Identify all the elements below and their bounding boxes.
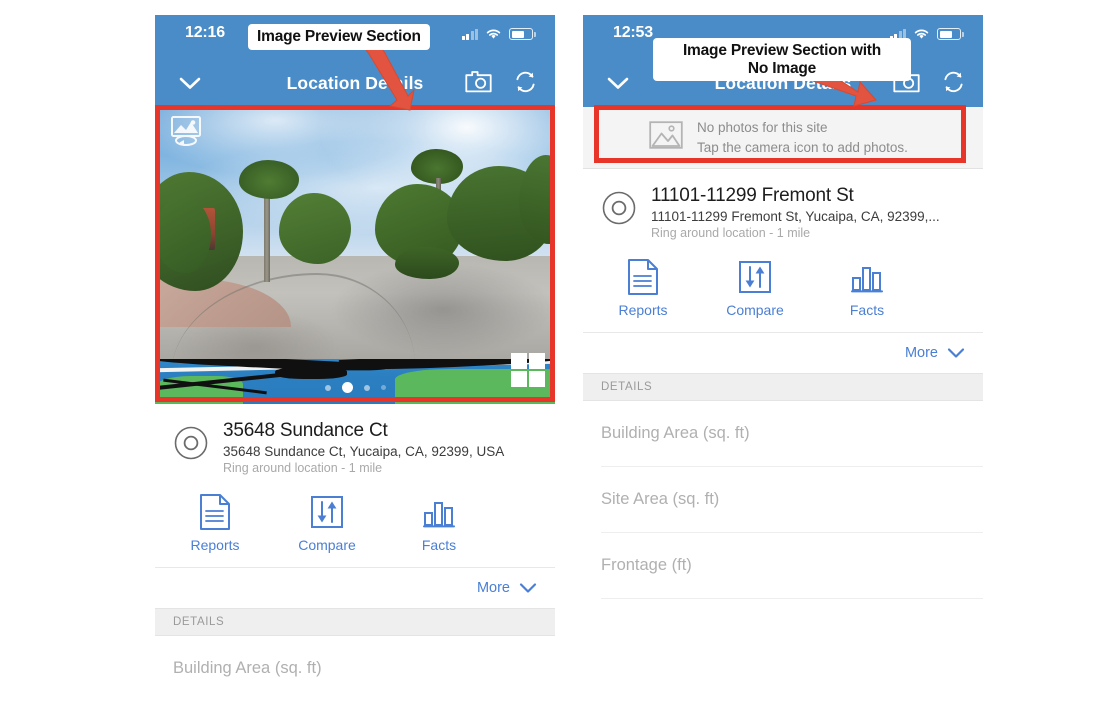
image-pagination-dots[interactable] [155, 382, 555, 393]
detail-row[interactable]: Site Area (sq. ft) [601, 467, 983, 533]
image-preview-section-empty[interactable]: No photos for this site Tap the camera i… [583, 107, 983, 169]
location-ring-meta: Ring around location - 1 mile [651, 226, 811, 240]
wifi-icon [486, 29, 501, 39]
camera-icon[interactable] [465, 70, 492, 93]
panorama-shrub [395, 246, 459, 280]
action-row-left: Reports Compare Facts [159, 475, 555, 567]
ring-location-icon [174, 426, 208, 460]
battery-icon [937, 28, 964, 40]
cellular-signal-icon [461, 28, 478, 40]
location-address: 35648 Sundance Ct, Yucaipa, CA, 92399, U… [223, 444, 505, 459]
action-label: Compare [726, 302, 784, 318]
location-card-left: 35648 Sundance Ct 35648 Sundance Ct, Yuc… [155, 404, 555, 568]
action-label: Reports [618, 302, 668, 318]
panorama-foliage [279, 193, 351, 265]
action-reports[interactable]: Reports [587, 256, 699, 318]
ring-location-icon [602, 191, 636, 225]
details-section-header: DETAILS [583, 373, 983, 401]
right-phone-panel: 12:53 Location Details No photos for thi… [583, 15, 983, 698]
refresh-icon[interactable] [942, 71, 965, 93]
location-card-right: 11101-11299 Fremont St 11101-11299 Fremo… [583, 169, 983, 333]
image-placeholder-icon [649, 121, 683, 154]
panorama-image[interactable] [155, 107, 555, 404]
left-phone-panel: 12:16 Location Details 35648 Sundance Ct… [155, 15, 555, 698]
action-row-right: Reports Compare Facts [587, 240, 983, 332]
panorama-palm-crown [239, 160, 299, 200]
more-label: More [904, 345, 938, 361]
document-icon [587, 256, 699, 298]
panorama-foliage [155, 196, 211, 274]
more-row-left[interactable]: More [155, 568, 555, 608]
pagination-dot-active[interactable] [341, 382, 353, 393]
location-title: 35648 Sundance Ct [223, 420, 388, 441]
refresh-icon[interactable] [514, 71, 537, 93]
status-bar-right: 12:53 [583, 15, 983, 60]
screenshot-root: 12:16 Location Details 35648 Sundance Ct… [0, 0, 1110, 713]
no-photos-title: No photos for this site [697, 119, 828, 135]
action-facts[interactable]: Facts [383, 491, 495, 553]
location-text-block: 35648 Sundance Ct 35648 Sundance Ct, Yuc… [223, 420, 504, 475]
more-row-right[interactable]: More [583, 333, 983, 373]
image-preview-section[interactable] [155, 107, 555, 404]
action-compare[interactable]: Compare [271, 491, 383, 553]
location-text-block: 11101-11299 Fremont St 11101-11299 Fremo… [651, 185, 940, 240]
camera-icon[interactable] [893, 70, 920, 93]
document-icon [159, 491, 271, 533]
action-facts[interactable]: Facts [811, 256, 923, 318]
nav-bar-left: Location Details [155, 60, 555, 107]
details-section-header: DETAILS [155, 608, 555, 636]
detail-row[interactable]: Frontage (ft) [601, 533, 983, 599]
bar-chart-icon [383, 491, 495, 533]
compare-arrows-icon [699, 256, 811, 298]
cellular-signal-icon [889, 28, 906, 40]
wifi-icon [914, 29, 929, 39]
chevron-down-icon[interactable] [519, 582, 537, 594]
compare-arrows-icon [271, 491, 383, 533]
status-indicators [889, 27, 964, 40]
nav-actions-right [893, 70, 965, 93]
status-indicators [461, 27, 536, 40]
location-ring-meta: Ring around location - 1 mile [223, 461, 383, 475]
pagination-dot[interactable] [324, 384, 331, 391]
nav-bar-right: Location Details [583, 60, 983, 107]
detail-row[interactable]: Building Area (sq. ft) [601, 401, 983, 467]
action-reports[interactable]: Reports [159, 491, 271, 553]
nav-actions-left [465, 70, 537, 93]
action-compare[interactable]: Compare [699, 256, 811, 318]
pagination-dot[interactable] [380, 385, 386, 390]
detail-row[interactable]: Building Area (sq. ft) [173, 636, 555, 698]
more-label: More [476, 580, 510, 596]
action-label: Facts [421, 537, 457, 553]
pagination-dot[interactable] [363, 384, 370, 391]
chevron-down-icon[interactable] [947, 347, 965, 359]
location-header: 11101-11299 Fremont St 11101-11299 Fremo… [583, 185, 983, 240]
bar-chart-icon [811, 256, 923, 298]
action-label: Facts [849, 302, 885, 318]
no-photos-text: No photos for this site Tap the camera i… [697, 118, 908, 157]
status-time: 12:16 [185, 24, 225, 41]
action-label: Compare [298, 537, 356, 553]
action-label: Reports [190, 537, 240, 553]
no-photos-hint: Tap the camera icon to add photos. [697, 139, 908, 155]
location-title: 11101-11299 Fremont St [651, 185, 854, 206]
battery-icon [509, 28, 536, 40]
panorama-360-icon[interactable] [169, 115, 203, 147]
status-time: 12:53 [613, 24, 653, 41]
location-address: 11101-11299 Fremont St, Yucaipa, CA, 923… [651, 209, 940, 224]
location-header: 35648 Sundance Ct 35648 Sundance Ct, Yuc… [155, 420, 555, 475]
status-bar-left: 12:16 [155, 15, 555, 60]
